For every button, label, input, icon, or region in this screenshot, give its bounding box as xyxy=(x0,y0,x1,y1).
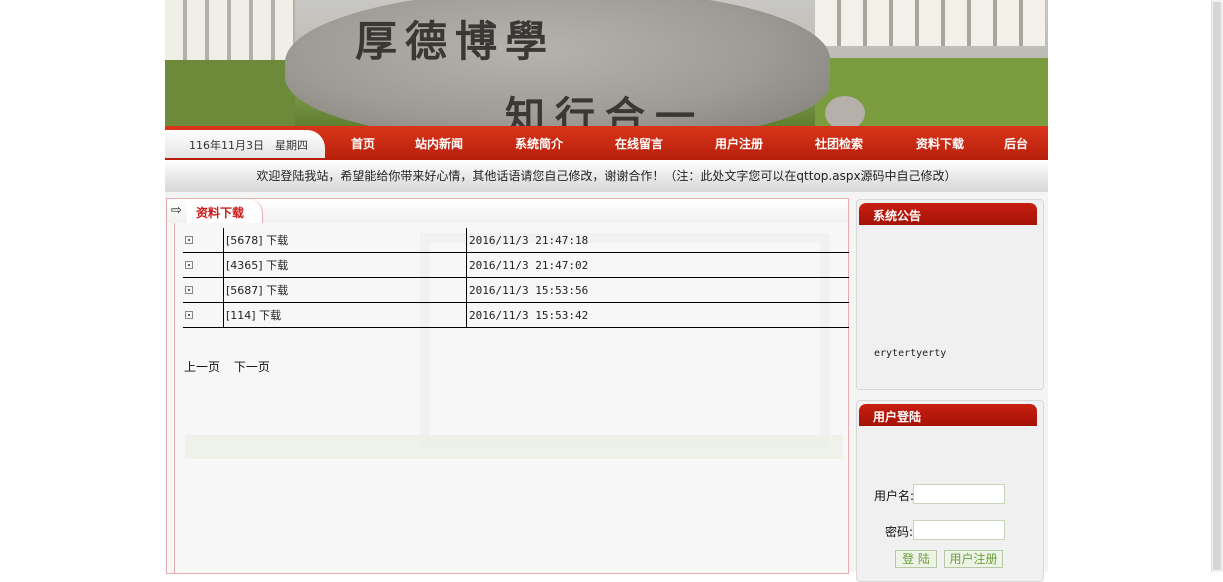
scrollbar-thumb[interactable] xyxy=(1213,2,1221,570)
notice-header: 系统公告 xyxy=(859,203,1037,225)
nav-club-search[interactable]: 社团检索 xyxy=(815,135,863,152)
register-button[interactable]: 用户注册 xyxy=(944,550,1003,568)
banner-building-right xyxy=(815,0,1045,46)
table-row: [114] 下载 2016/11/3 15:53:42 xyxy=(183,302,849,328)
bullet-icon xyxy=(185,310,193,319)
banner-building-left xyxy=(165,0,295,60)
nav-intro[interactable]: 系统简介 xyxy=(515,135,563,152)
download-link[interactable]: [5687] 下载 xyxy=(226,284,288,297)
page-container: 厚德博學 知行合一 116年11月3日 星期四 首页 站内新闻 系统简介 在线留… xyxy=(165,0,1048,582)
panel-header: ⇨ 资料下载 xyxy=(167,199,848,223)
nav-home[interactable]: 首页 xyxy=(351,135,375,152)
row-date: 2016/11/3 21:47:18 xyxy=(466,228,849,253)
main-nav: 116年11月3日 星期四 首页 站内新闻 系统简介 在线留言 用户注册 社团检… xyxy=(165,126,1048,160)
username-label: 用户名: xyxy=(874,489,915,503)
banner-inscription-2: 知行合一 xyxy=(505,93,705,126)
download-link[interactable]: [114] 下载 xyxy=(226,309,281,322)
login-title: 用户登陆 xyxy=(873,410,922,424)
notice-box: 系统公告 erytertyerty xyxy=(856,199,1044,390)
notice-title: 系统公告 xyxy=(873,209,922,223)
date-box: 116年11月3日 星期四 xyxy=(165,130,325,158)
panel-body: [5678] 下载 2016/11/3 21:47:18 [4365] 下载 2… xyxy=(174,223,849,573)
nav-news[interactable]: 站内新闻 xyxy=(415,135,463,152)
banner-grass-left xyxy=(165,60,295,126)
pagination: 上一页 下一页 xyxy=(184,358,280,375)
page-scrollbar[interactable] xyxy=(1211,0,1223,572)
arrow-right-icon: ⇨ xyxy=(171,203,182,218)
notice-text: erytertyerty xyxy=(874,348,947,359)
downloads-panel: ⇨ 资料下载 [5678] 下载 2016/11/3 21:47:18 [436… xyxy=(166,198,849,574)
header-banner: 厚德博學 知行合一 xyxy=(165,0,1048,126)
downloads-table: [5678] 下载 2016/11/3 21:47:18 [4365] 下载 2… xyxy=(183,228,849,328)
bullet-icon xyxy=(185,285,193,294)
panel-title: 资料下载 xyxy=(196,206,245,220)
panel-tab: 资料下载 xyxy=(187,199,263,223)
password-label: 密码: xyxy=(885,525,914,539)
download-link[interactable]: [4365] 下载 xyxy=(226,259,288,272)
login-box: 用户登陆 用户名: 密码: 登 陆 用户注册 xyxy=(856,400,1044,582)
table-row: [4365] 下载 2016/11/3 21:47:02 xyxy=(183,252,849,278)
table-row: [5687] 下载 2016/11/3 15:53:56 xyxy=(183,277,849,303)
row-date: 2016/11/3 15:53:56 xyxy=(466,277,849,303)
date-text: 116年11月3日 星期四 xyxy=(189,139,308,152)
nav-message[interactable]: 在线留言 xyxy=(615,135,663,152)
background-watermark-bar xyxy=(185,435,843,459)
password-field[interactable] xyxy=(913,520,1005,540)
banner-inscription-1: 厚德博學 xyxy=(355,17,556,66)
prev-page-link[interactable]: 上一页 xyxy=(184,360,220,374)
username-field[interactable] xyxy=(913,484,1005,504)
login-button[interactable]: 登 陆 xyxy=(895,550,937,568)
banner-small-stone xyxy=(825,96,865,126)
nav-downloads[interactable]: 资料下载 xyxy=(916,135,964,152)
bullet-icon xyxy=(185,235,193,244)
login-header: 用户登陆 xyxy=(859,404,1037,426)
next-page-link[interactable]: 下一页 xyxy=(234,360,270,374)
bullet-icon xyxy=(185,260,193,269)
table-row: [5678] 下载 2016/11/3 21:47:18 xyxy=(183,228,849,253)
nav-admin[interactable]: 后台 xyxy=(1004,135,1028,152)
row-date: 2016/11/3 21:47:02 xyxy=(466,252,849,278)
row-date: 2016/11/3 15:53:42 xyxy=(466,302,849,328)
nav-register[interactable]: 用户注册 xyxy=(715,135,763,152)
welcome-text: 欢迎登陆我站，希望能给你带来好心情，其他话语请您自己修改，谢谢合作！（注：此处文… xyxy=(256,169,957,183)
welcome-strip: 欢迎登陆我站，希望能给你带来好心情，其他话语请您自己修改，谢谢合作！（注：此处文… xyxy=(165,160,1048,192)
download-link[interactable]: [5678] 下载 xyxy=(226,234,288,247)
